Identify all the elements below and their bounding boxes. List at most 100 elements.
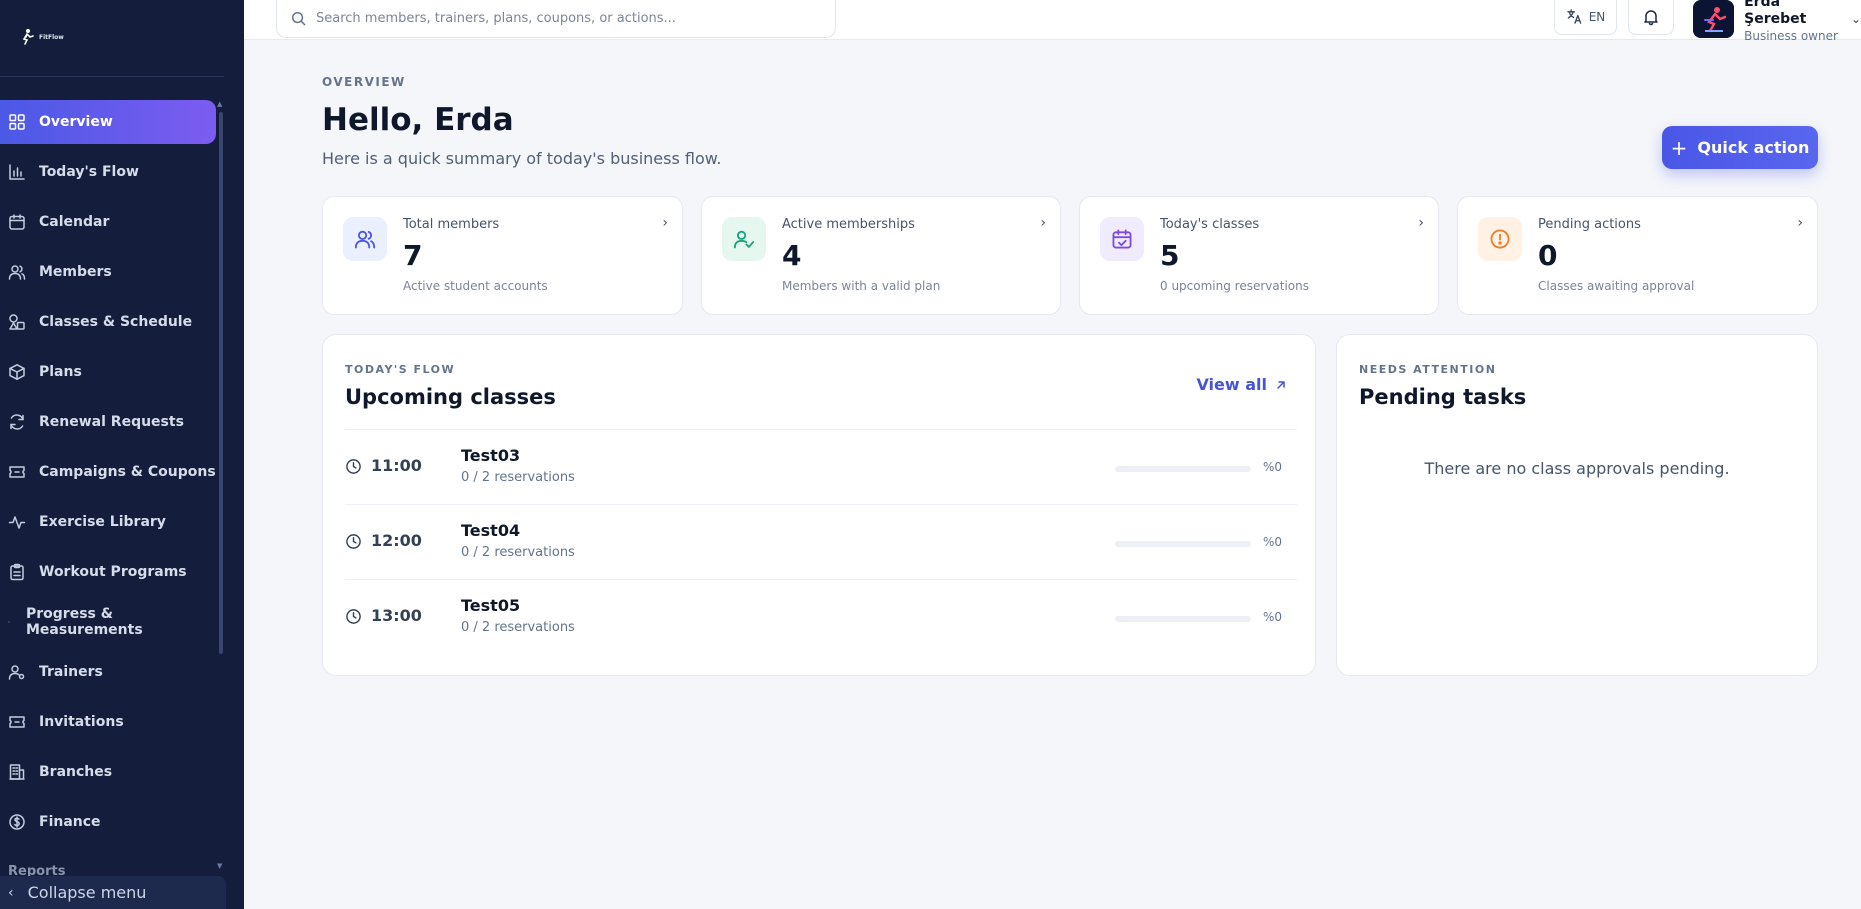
empty-state-text: There are no class approvals pending.: [1424, 459, 1730, 478]
ticket-icon: [8, 463, 26, 481]
stat-value: 7: [403, 239, 423, 272]
sidebar-item-label: Plans: [39, 364, 82, 380]
clock-icon: [345, 608, 362, 629]
arrow-up-right-icon: [1277, 380, 1285, 389]
sidebar-item-label: Branches: [39, 764, 113, 780]
search-icon: [291, 11, 306, 25]
plus-icon: +: [1670, 135, 1688, 160]
reservation-progress-bar: [1115, 616, 1251, 622]
quick-action-button[interactable]: + Quick action: [1662, 126, 1818, 169]
view-all-link[interactable]: View all: [1196, 375, 1287, 394]
sidebar-item-members[interactable]: Members: [0, 250, 216, 294]
card-eyebrow: NEEDS ATTENTION: [1359, 363, 1497, 376]
card-title: Pending tasks: [1359, 385, 1527, 409]
stat-description: Active student accounts: [403, 279, 548, 293]
sidebar-item-overview[interactable]: Overview: [0, 100, 216, 144]
search-input[interactable]: [316, 10, 816, 26]
sidebar-item-label: Exercise Library: [39, 514, 166, 530]
class-name: Test05: [461, 596, 521, 615]
stat-label: Today's classes: [1160, 217, 1260, 232]
page-subtitle: Here is a quick summary of today's busin…: [322, 149, 722, 168]
sidebar-divider: [0, 76, 224, 77]
reservation-percent: %0: [1263, 535, 1283, 549]
page-title: Hello, Erda: [322, 102, 514, 138]
stat-description: Members with a valid plan: [782, 279, 941, 293]
reservation-percent: %0: [1263, 460, 1283, 474]
language-button[interactable]: EN: [1554, 0, 1617, 35]
sidebar-item-label: Calendar: [39, 214, 110, 230]
avatar: [1693, 0, 1735, 38]
chevron-left-icon: ‹: [8, 884, 14, 901]
notifications-button[interactable]: [1628, 0, 1674, 35]
sidebar-item-classes-and-schedule[interactable]: Classes & Schedule: [0, 300, 216, 344]
sidebar-item-today-s-flow[interactable]: Today's Flow: [0, 150, 216, 194]
sidebar-item-invitations[interactable]: Invitations: [0, 700, 216, 744]
chevron-right-icon: ›: [662, 215, 668, 231]
stat-description: 0 upcoming reservations: [1160, 279, 1309, 293]
sidebar-item-label: Members: [39, 264, 112, 280]
stat-label: Total members: [403, 217, 500, 232]
users-icon: [8, 263, 26, 281]
class-row[interactable]: 13:00 Test05 0 / 2 reservations %0: [345, 579, 1297, 654]
sidebar-item-campaigns-and-coupons[interactable]: Campaigns & Coupons: [0, 450, 216, 494]
bell-icon: [1644, 9, 1658, 25]
class-reservations: 0 / 2 reservations: [461, 620, 575, 635]
sidebar-item-label: Overview: [39, 114, 113, 130]
sidebar-item-progress-and-measurements[interactable]: Progress & Measurements: [0, 600, 216, 644]
sidebar-item-exercise-library[interactable]: Exercise Library: [0, 500, 216, 544]
calendar-icon: [8, 213, 26, 231]
clipboard-icon: [8, 563, 26, 581]
search-bar[interactable]: [276, 0, 836, 38]
sidebar-item-label: Trainers: [39, 664, 103, 680]
class-row[interactable]: 11:00 Test03 0 / 2 reservations %0: [345, 429, 1297, 504]
sidebar: FitFlow Overview Today's Flow Calendar Memb…: [0, 0, 244, 909]
building-icon: [8, 763, 26, 781]
stat-card-pending-actions[interactable]: Pending actions 0 Classes awaiting approva…: [1457, 196, 1818, 315]
sidebar-item-label: Finance: [39, 814, 101, 830]
sidebar-item-trainers[interactable]: Trainers: [0, 650, 216, 694]
class-row[interactable]: 12:00 Test04 0 / 2 reservations %0: [345, 504, 1297, 579]
logo-text: FitFlow: [39, 33, 64, 41]
collapse-menu-button[interactable]: ‹ Collapse menu: [0, 876, 226, 909]
scroll-down-arrow-icon[interactable]: ▼: [217, 862, 222, 870]
stat-label: Pending actions: [1538, 217, 1641, 232]
chevron-right-icon: ›: [1797, 215, 1803, 231]
sidebar-item-label: Today's Flow: [39, 164, 139, 180]
sidebar-item-plans[interactable]: Plans: [0, 350, 216, 394]
upcoming-classes-list: 11:00 Test03 0 / 2 reservations %0 12:00 Test…: [345, 429, 1297, 654]
scroll-up-arrow-icon[interactable]: ▲: [217, 100, 222, 108]
class-name: Test03: [461, 446, 521, 465]
app-logo[interactable]: FitFlow: [18, 28, 64, 46]
reservation-progress-bar: [1115, 541, 1251, 547]
stat-description: Classes awaiting approval: [1538, 279, 1695, 293]
card-title: Upcoming classes: [345, 385, 556, 409]
quick-action-label: Quick action: [1697, 138, 1810, 157]
user-menu[interactable]: Erda Şerebet Business owner ⌄: [1693, 0, 1861, 43]
stat-value: 5: [1160, 239, 1180, 272]
sidebar-item-label: Workout Programs: [39, 564, 187, 580]
calendar-check-icon: [1100, 217, 1144, 261]
stat-card-total-members[interactable]: Total members 7 Active student accounts ›: [322, 196, 683, 315]
user-check-icon: [722, 217, 766, 261]
users-icon: [343, 217, 387, 261]
package-icon: [8, 363, 26, 381]
sidebar-item-renewal-requests[interactable]: Renewal Requests: [0, 400, 216, 444]
sidebar-item-reports[interactable]: Reports: [8, 864, 65, 876]
ticket-icon: [8, 713, 26, 731]
sidebar-scrollbar[interactable]: [219, 112, 223, 654]
reservation-progress-bar: [1115, 466, 1251, 472]
sidebar-item-finance[interactable]: Finance: [0, 800, 216, 844]
topbar: EN Erda Şerebet Business owner ⌄: [244, 0, 1861, 43]
sidebar-item-calendar[interactable]: Calendar: [0, 200, 216, 244]
class-reservations: 0 / 2 reservations: [461, 545, 575, 560]
refresh-icon: [8, 413, 26, 431]
user-role: Business owner: [1744, 29, 1838, 43]
sidebar-item-branches[interactable]: Branches: [0, 750, 216, 794]
user-name: Erda Şerebet: [1744, 0, 1807, 27]
sidebar-item-workout-programs[interactable]: Workout Programs: [0, 550, 216, 594]
stat-card-today-s-classes[interactable]: Today's classes 5 0 upcoming reservations ›: [1079, 196, 1439, 315]
shapes-icon: [8, 313, 26, 331]
stat-label: Active memberships: [782, 217, 915, 232]
card-eyebrow: TODAY'S FLOW: [345, 363, 456, 376]
stat-card-active-memberships[interactable]: Active memberships 4 Members with a valid …: [701, 196, 1061, 315]
